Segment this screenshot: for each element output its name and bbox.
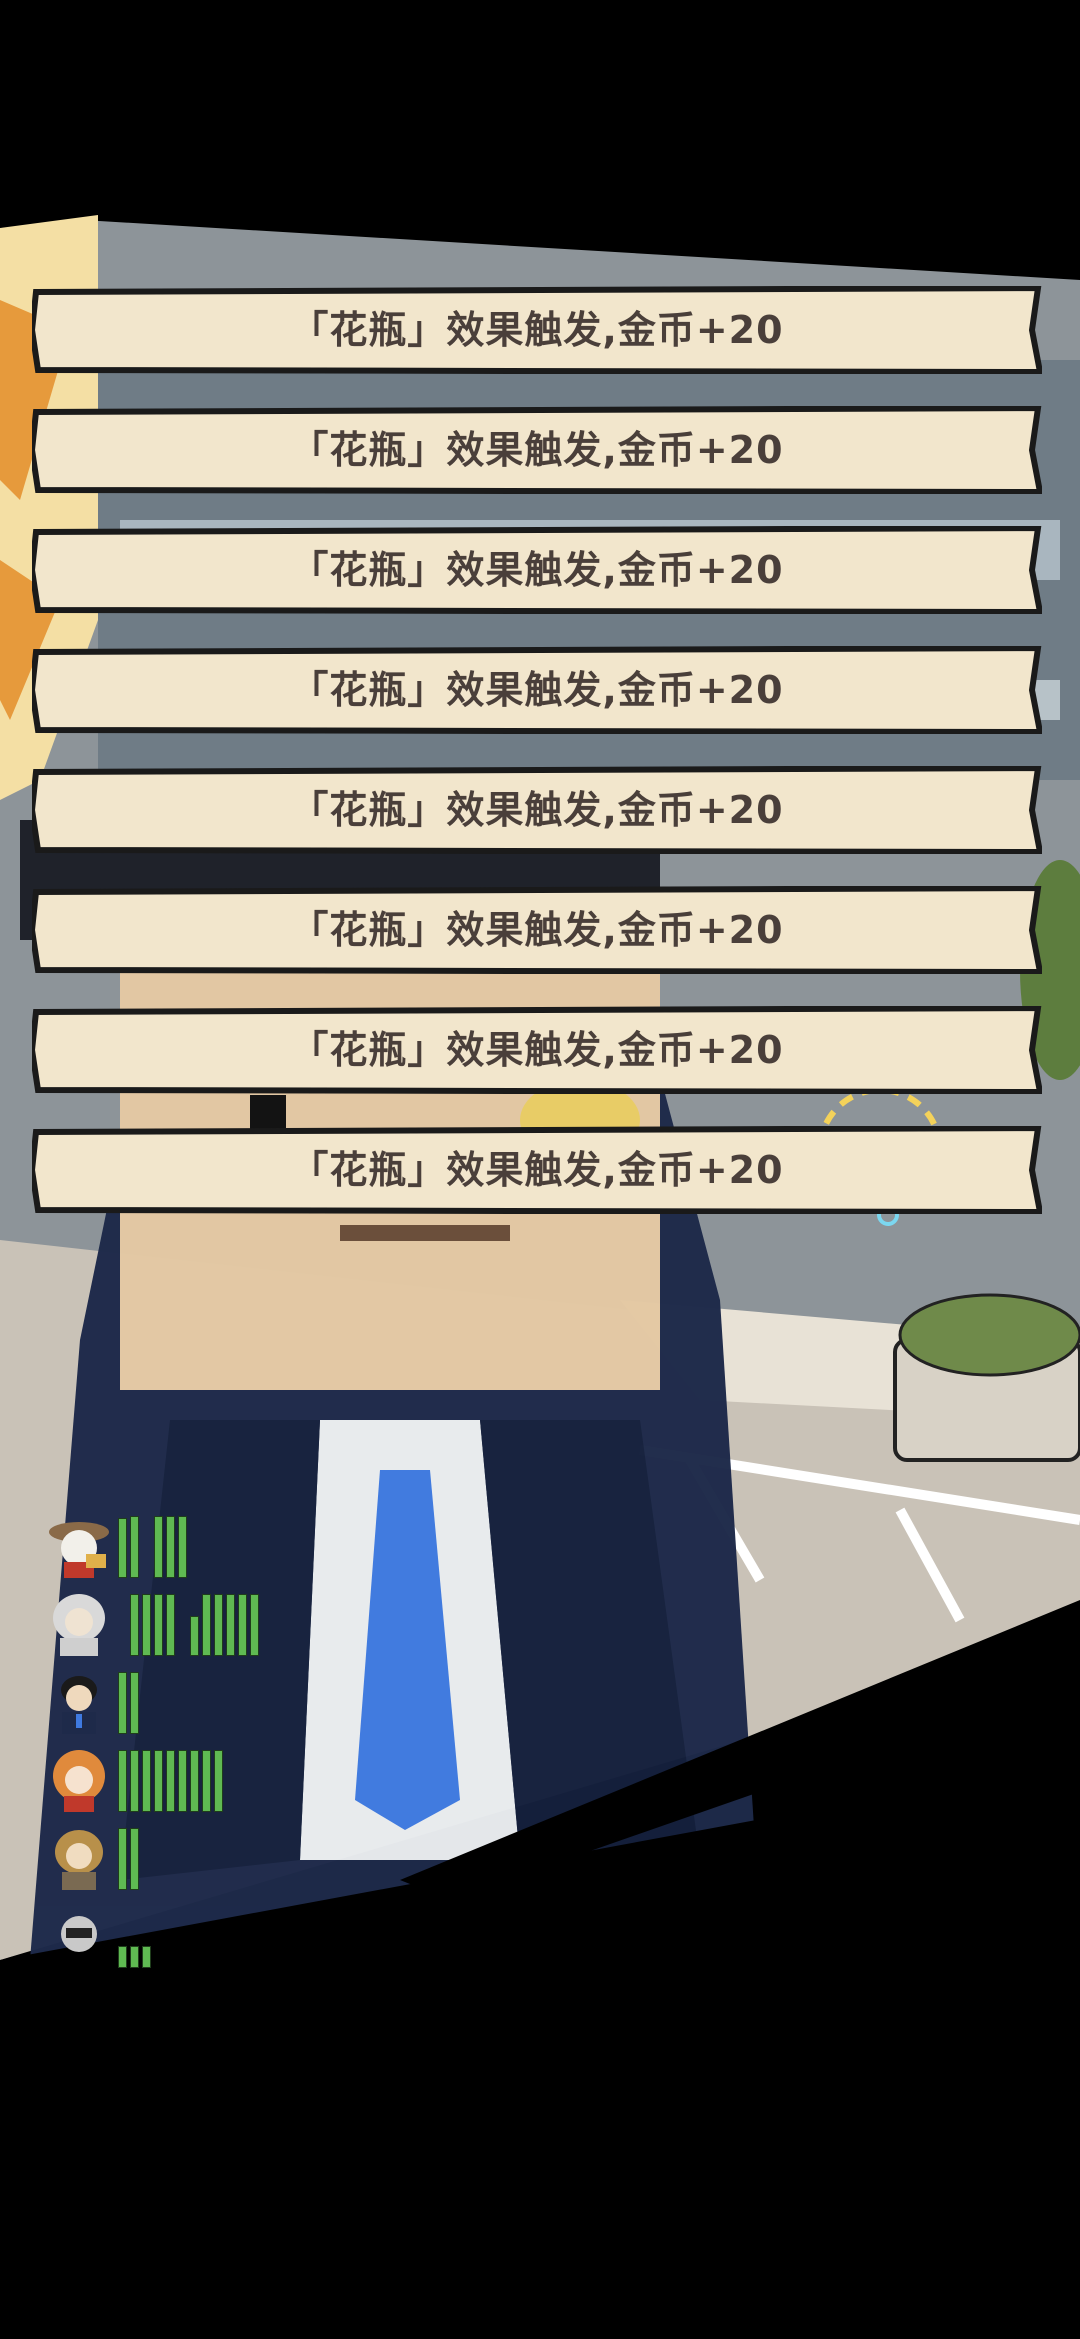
- notification-banner: 「花瓶」效果触发,金币+20: [32, 646, 1042, 734]
- notification-text: 「花瓶」效果触发,金币+20: [290, 428, 784, 472]
- notification-text: 「花瓶」效果触发,金币+20: [290, 548, 784, 592]
- notification-banner: 「花瓶」效果触发,金币+20: [32, 406, 1042, 494]
- notification-text: 「花瓶」效果触发,金币+20: [290, 308, 784, 352]
- notification-text: 「花瓶」效果触发,金币+20: [290, 788, 784, 832]
- cowboy-hat-character-icon: [49, 1522, 109, 1578]
- status-bars: [118, 1828, 338, 1890]
- notification-banner: 「花瓶」效果触发,金币+20: [32, 286, 1042, 374]
- orange-haired-girl-icon: [53, 1750, 105, 1812]
- status-bars: [118, 1906, 338, 1968]
- notification-text: 「花瓶」效果触发,金币+20: [290, 1028, 784, 1072]
- party-member[interactable]: [40, 1822, 330, 1894]
- party-member[interactable]: [40, 1744, 330, 1816]
- notification-banner: 「花瓶」效果触发,金币+20: [32, 526, 1042, 614]
- status-bars: [118, 1750, 338, 1812]
- status-bars: [118, 1672, 338, 1734]
- notification-text: 「花瓶」效果触发,金币+20: [290, 1148, 784, 1192]
- party-member[interactable]: [40, 1588, 330, 1660]
- status-bars: [118, 1594, 338, 1656]
- notification-text: 「花瓶」效果触发,金币+20: [290, 908, 784, 952]
- blonde-warrior-icon: [55, 1830, 103, 1890]
- notification-banner: 「花瓶」效果触发,金币+20: [32, 766, 1042, 854]
- notification-text: 「花瓶」效果触发,金币+20: [290, 668, 784, 712]
- dark-haired-boy-icon: [61, 1676, 97, 1734]
- white-haired-elder-icon: [53, 1594, 105, 1656]
- party-member[interactable]: [40, 1900, 330, 1972]
- party-member[interactable]: [40, 1666, 330, 1738]
- status-bars: [118, 1516, 338, 1578]
- masked-character-icon: [61, 1916, 97, 1952]
- notification-banner: 「花瓶」效果触发,金币+20: [32, 1126, 1042, 1214]
- party-member[interactable]: [40, 1510, 330, 1582]
- notification-banner: 「花瓶」效果触发,金币+20: [32, 1006, 1042, 1094]
- notification-banner: 「花瓶」效果触发,金币+20: [32, 886, 1042, 974]
